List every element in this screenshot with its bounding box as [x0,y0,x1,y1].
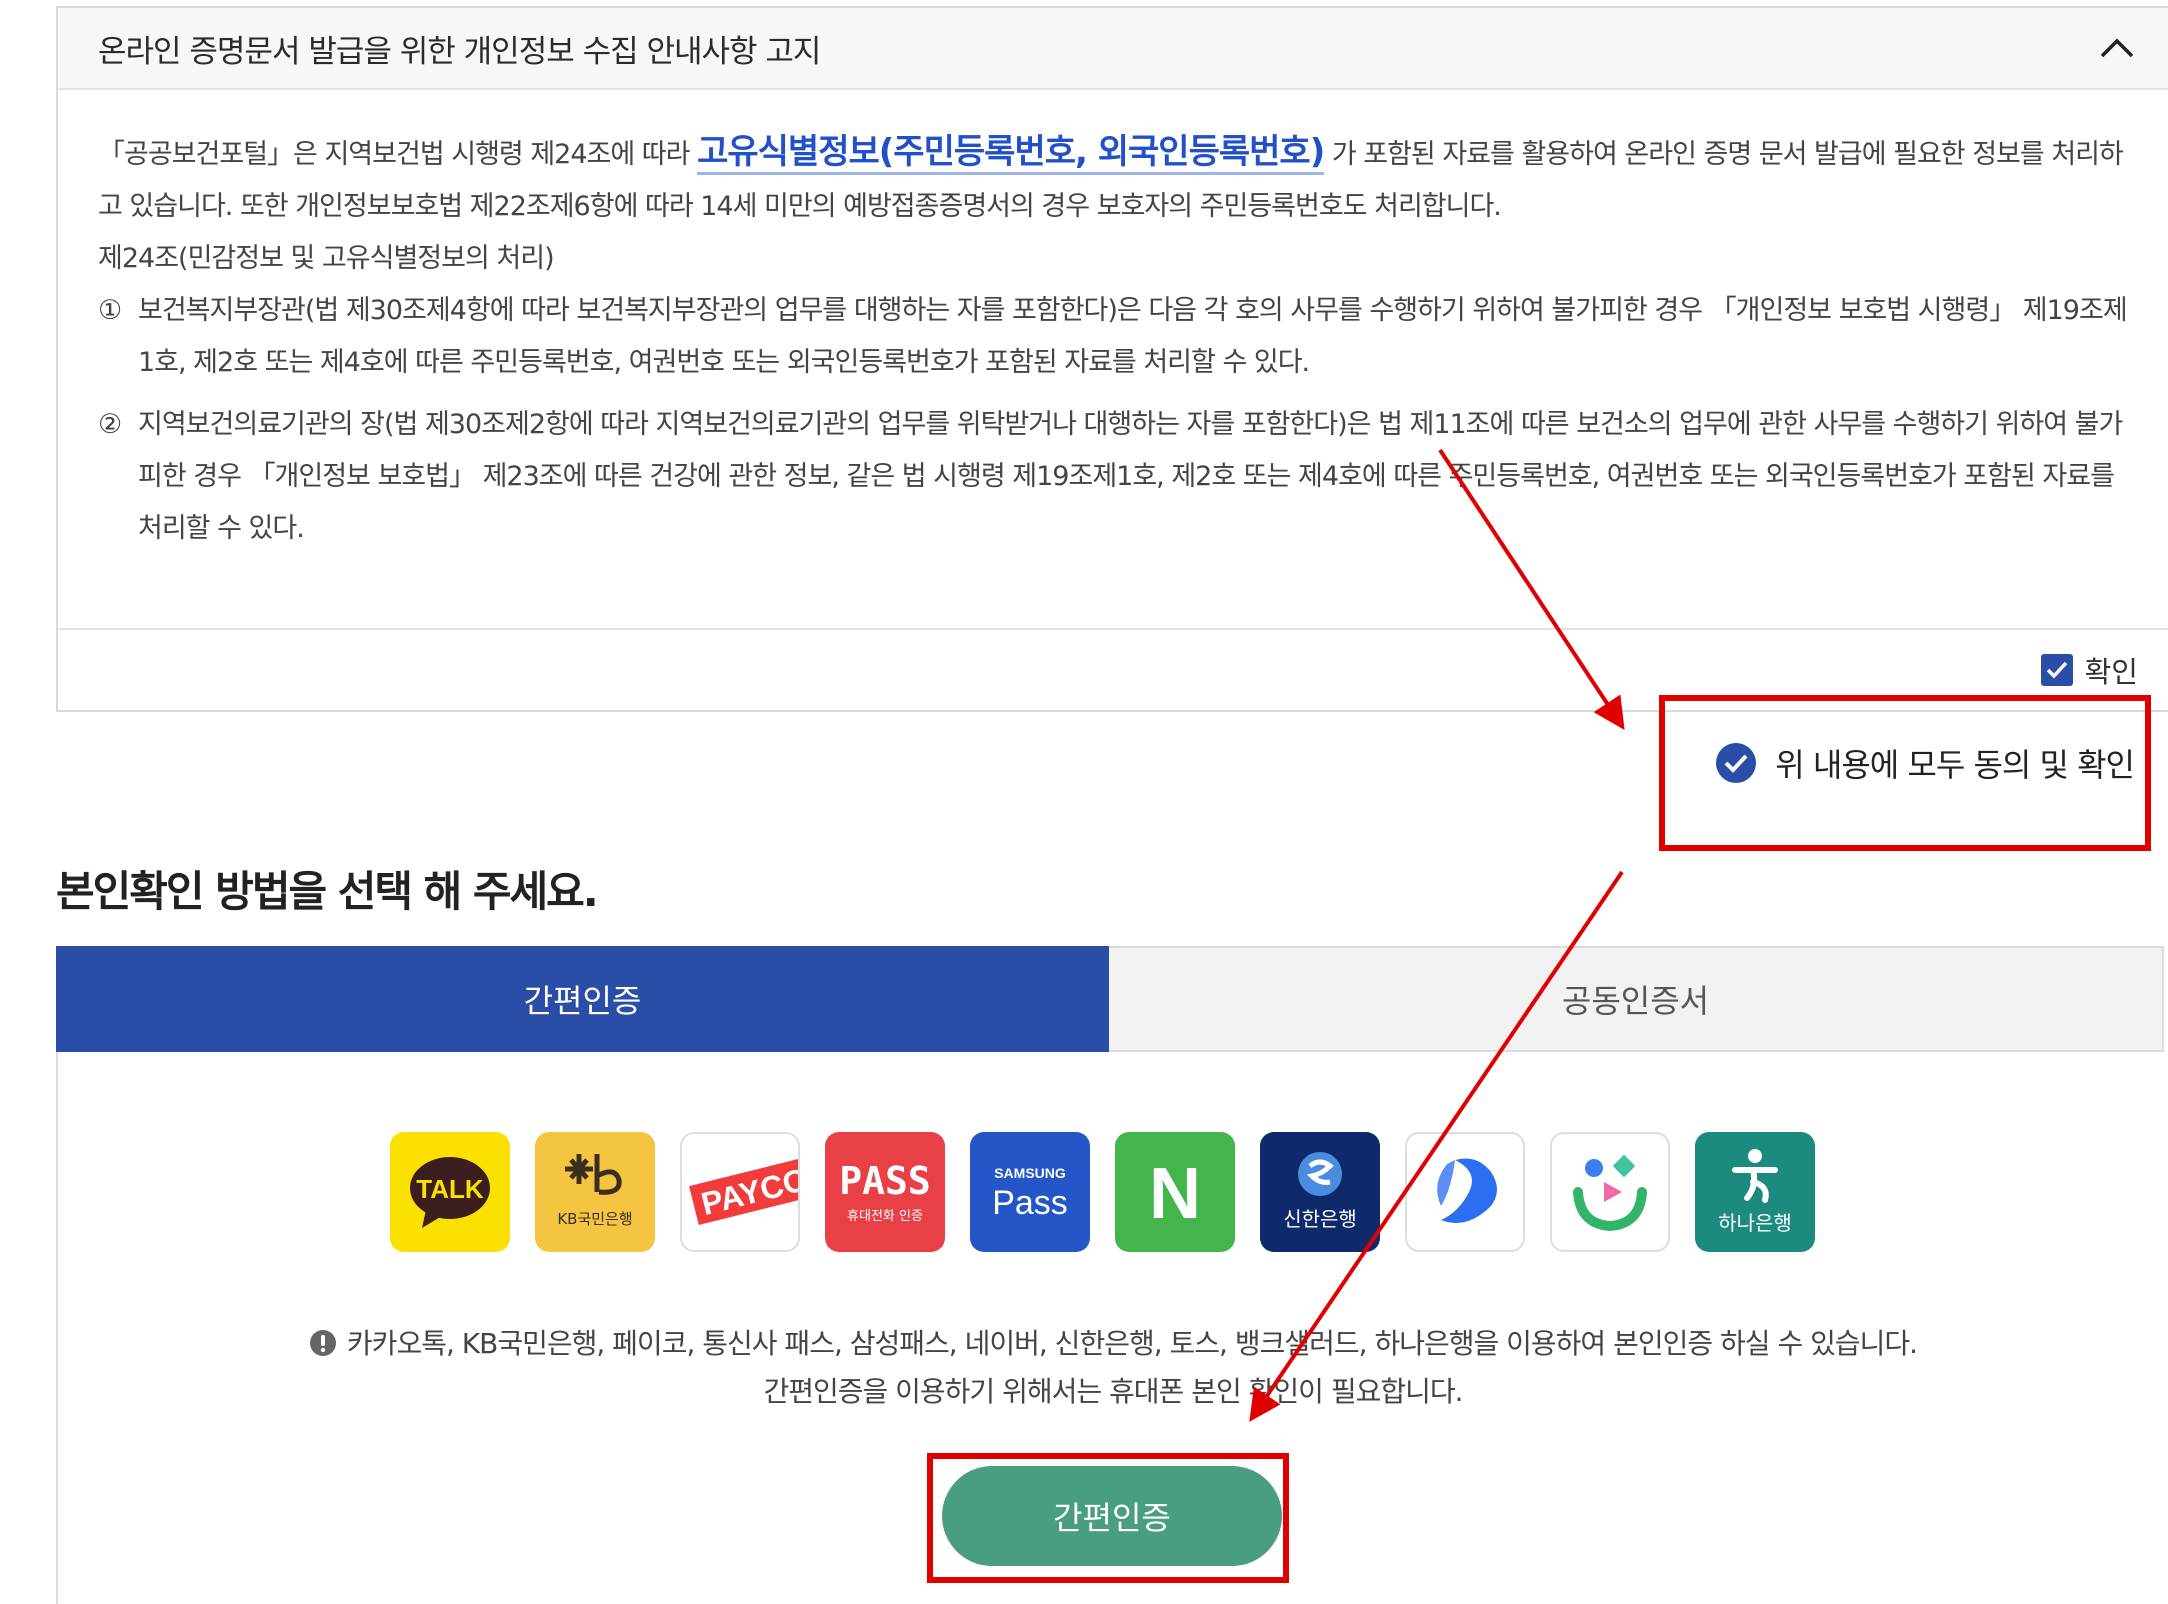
notice-header[interactable]: 온라인 증명문서 발급을 위한 개인정보 수집 안내사항 고지 [58,8,2168,90]
auth-method-tabs: 간편인증 공동인증서 [56,946,2164,1052]
provider-hana-text: 하나은행 [1718,1211,1792,1235]
agree-all-label[interactable]: 위 내용에 모두 동의 및 확인 [1775,740,2135,786]
provider-naver-text: N [1149,1154,1201,1234]
naver-icon: N [1149,1154,1201,1234]
provider-payco[interactable]: PAYCO [680,1132,800,1252]
confirm-checkbox[interactable] [2040,654,2073,686]
notice-text: 「공공보건포털」은 지역보건법 시행령 제24조에 따라 [98,139,698,170]
law-item-number: ② [98,409,122,440]
auth-description: 카카오톡, KB국민은행, 페이코, 통신사 패스, 삼성패스, 네이버, 신한… [58,1320,2168,1416]
chevron-up-icon[interactable] [2096,27,2138,69]
provider-shinhan-text: 신한은행 [1283,1207,1357,1231]
provider-naver[interactable]: N [1115,1132,1235,1252]
kb-star-icon: KB국민은행 [557,1154,633,1228]
banksalad-icon [1573,1154,1647,1232]
provider-kakao[interactable]: TALK [390,1132,510,1252]
law-item: ② 지역보건의료기관의 장(법 제30조제2항에 따라 지역보건의료기관의 업무… [98,399,2128,555]
tab-joint-certificate[interactable]: 공동인증서 [1109,946,2164,1052]
law-item-number: ① [98,295,122,326]
description-line-2: 간편인증을 이용하기 위해서는 휴대폰 본인 확인이 필요합니다. [763,1375,1463,1408]
samsung-pass-icon: SAMSUNG Pass [992,1165,1068,1222]
provider-payco-text: PAYCO [698,1161,798,1222]
tab-simple-auth[interactable]: 간편인증 [56,946,1109,1052]
law-item: ① 보건복지부장관(법 제30조제4항에 따라 보건복지부장관의 업무를 대행하… [98,285,2128,389]
description-line-1: 카카오톡, KB국민은행, 페이코, 통신사 패스, 삼성패스, 네이버, 신한… [346,1327,1918,1360]
provider-toss[interactable] [1405,1132,1525,1252]
simple-auth-button[interactable]: 간편인증 [942,1466,1282,1566]
provider-pass-text: PASS [839,1159,931,1203]
notice-footer: 확인 [58,628,2168,710]
notice-title: 온라인 증명문서 발급을 위한 개인정보 수집 안내사항 고지 [98,33,821,70]
law-item-text: 지역보건의료기관의 장(법 제30조제2항에 따라 지역보건의료기관의 업무를 … [138,409,2123,544]
payco-icon: PAYCO [689,1154,798,1225]
notice-paragraph: 「공공보건포털」은 지역보건법 시행령 제24조에 따라 고유식별정보(주민등록… [98,126,2128,233]
notice-body: 「공공보건포털」은 지역보건법 시행령 제24조에 따라 고유식별정보(주민등록… [58,90,2168,555]
agree-all-checkbox[interactable]: 위 내용에 모두 동의 및 확인 [1715,740,2135,786]
provider-hana[interactable]: 하나은행 [1695,1132,1815,1252]
article-title: 제24조(민감정보 및 고유식별정보의 처리) [98,243,555,274]
toss-icon [1437,1158,1497,1223]
hana-icon: 하나은행 [1718,1149,1792,1235]
simple-auth-panel: TALK KB국민은행 PAYCO PASS 휴대전화 인증 SAMSUNG P… [56,1052,2168,1604]
provider-kb-text: KB국민은행 [557,1210,632,1228]
provider-shinhan[interactable]: 신한은행 [1260,1132,1380,1252]
provider-kakao-text: TALK [416,1174,484,1204]
check-circle-icon [1716,743,1757,783]
provider-samsung-text2: Pass [992,1184,1068,1222]
pass-icon: PASS 휴대전화 인증 [839,1159,931,1224]
provider-list: TALK KB국민은행 PAYCO PASS 휴대전화 인증 SAMSUNG P… [390,1132,1840,1252]
kakao-talk-icon: TALK [410,1157,490,1228]
provider-pass[interactable]: PASS 휴대전화 인증 [825,1132,945,1252]
confirm-label[interactable]: 확인 [2085,649,2138,691]
exclamation-circle-icon [309,1330,336,1356]
checkmark-icon [2046,661,2067,679]
unique-id-highlight-link[interactable]: 고유식별정보(주민등록번호, 외국인등록번호) [697,132,1325,175]
shinhan-icon: 신한은행 [1283,1152,1357,1231]
section-title: 본인확인 방법을 선택 해 주세요. [56,867,599,916]
privacy-notice-panel: 온라인 증명문서 발급을 위한 개인정보 수집 안내사항 고지 「공공보건포털」… [56,6,2168,712]
provider-samsung-pass[interactable]: SAMSUNG Pass [970,1132,1090,1252]
provider-pass-sub: 휴대전화 인증 [847,1209,923,1224]
law-item-text: 보건복지부장관(법 제30조제4항에 따라 보건복지부장관의 업무를 대행하는 … [138,295,2128,378]
provider-kb[interactable]: KB국민은행 [535,1132,655,1252]
provider-banksalad[interactable] [1550,1132,1670,1252]
provider-samsung-text1: SAMSUNG [994,1165,1066,1181]
